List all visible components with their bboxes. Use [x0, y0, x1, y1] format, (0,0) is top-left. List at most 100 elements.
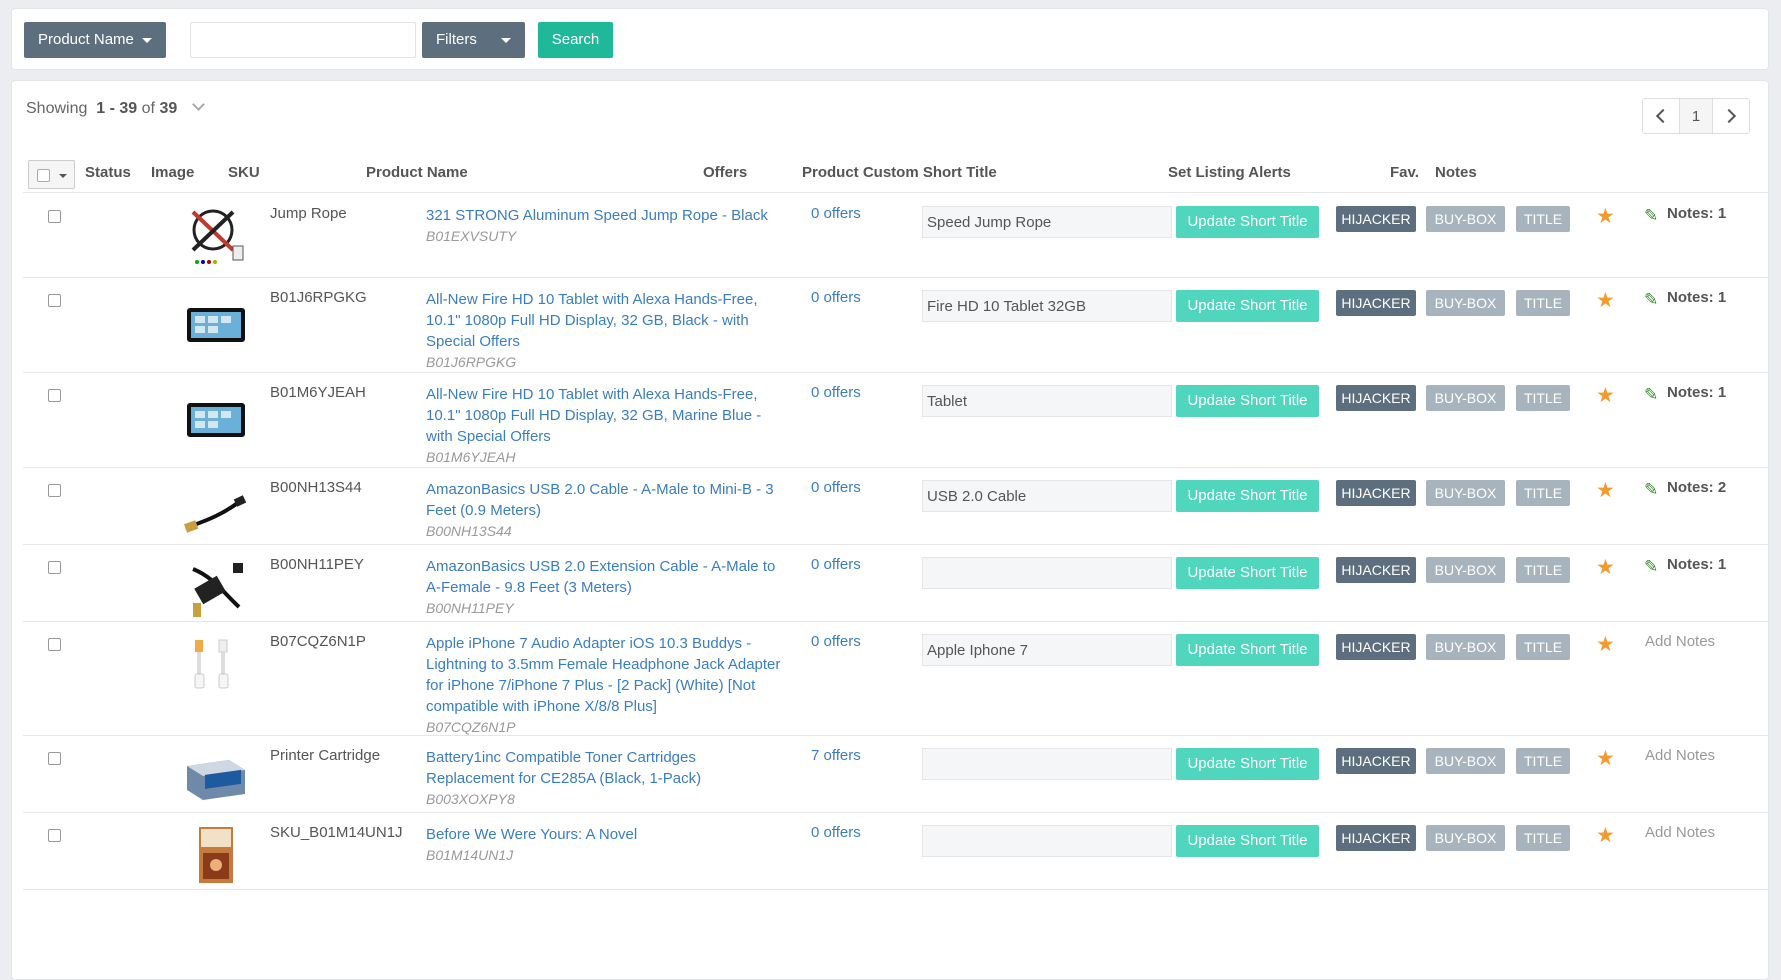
- buy-box-alert-toggle[interactable]: BUY-BOX: [1426, 206, 1505, 232]
- notes-link[interactable]: Add Notes: [1645, 824, 1715, 841]
- short-title-input[interactable]: Tablet: [922, 385, 1172, 417]
- column-header-alerts: Set Listing Alerts: [1168, 164, 1291, 181]
- usb-cable-image: [183, 480, 249, 542]
- star-icon[interactable]: ★: [1596, 478, 1615, 503]
- hijacker-alert-toggle[interactable]: HIJACKER: [1336, 480, 1416, 506]
- notes-link[interactable]: Notes: 1: [1667, 384, 1726, 401]
- sku-text: B00NH11PEY: [270, 556, 364, 573]
- short-title-input[interactable]: Apple Iphone 7: [922, 634, 1172, 666]
- update-short-title-button[interactable]: Update Short Title: [1176, 634, 1319, 666]
- star-icon[interactable]: ★: [1596, 204, 1615, 229]
- row-checkbox[interactable]: [48, 210, 61, 223]
- update-short-title-button[interactable]: Update Short Title: [1176, 557, 1319, 589]
- buy-box-alert-toggle[interactable]: BUY-BOX: [1426, 385, 1505, 411]
- search-input[interactable]: [190, 22, 416, 58]
- row-checkbox[interactable]: [48, 752, 61, 765]
- offers-link[interactable]: 0 offers: [811, 205, 861, 222]
- update-short-title-button[interactable]: Update Short Title: [1176, 290, 1319, 322]
- filters-dropdown[interactable]: Filters: [422, 22, 525, 58]
- notes-link[interactable]: Notes: 1: [1667, 289, 1726, 306]
- product-name-cell: 321 STRONG Aluminum Speed Jump Rope - Bl…: [426, 205, 786, 247]
- sku-text: B01J6RPGKG: [270, 289, 367, 306]
- product-name-link[interactable]: Battery1inc Compatible Toner Cartridges …: [426, 747, 786, 789]
- showing-count[interactable]: Showing 1 - 39 of 39: [26, 98, 205, 118]
- notes-link[interactable]: Add Notes: [1645, 747, 1715, 764]
- hijacker-alert-toggle[interactable]: HIJACKER: [1336, 385, 1416, 411]
- star-icon[interactable]: ★: [1596, 555, 1615, 580]
- pencil-icon: ✎: [1644, 290, 1659, 309]
- notes-link[interactable]: Notes: 1: [1667, 556, 1726, 573]
- search-button[interactable]: Search: [538, 22, 613, 58]
- next-page-button[interactable]: [1713, 99, 1749, 133]
- update-short-title-button[interactable]: Update Short Title: [1176, 825, 1319, 857]
- offers-link[interactable]: 0 offers: [811, 824, 861, 841]
- offers-link[interactable]: 0 offers: [811, 633, 861, 650]
- short-title-input[interactable]: Speed Jump Rope: [922, 206, 1172, 238]
- page-number[interactable]: 1: [1679, 99, 1713, 133]
- search-field-dropdown[interactable]: Product Name: [24, 22, 166, 58]
- table-header: Status Image SKU Product Name Offers Pro…: [23, 151, 1769, 193]
- notes-link[interactable]: Add Notes: [1645, 633, 1715, 650]
- hijacker-alert-toggle[interactable]: HIJACKER: [1336, 825, 1416, 851]
- title-alert-toggle[interactable]: TITLE: [1516, 480, 1570, 506]
- product-name-link[interactable]: All-New Fire HD 10 Tablet with Alexa Han…: [426, 384, 786, 447]
- product-name-link[interactable]: Before We Were Yours: A Novel: [426, 824, 786, 845]
- product-name-link[interactable]: AmazonBasics USB 2.0 Extension Cable - A…: [426, 556, 786, 598]
- update-short-title-button[interactable]: Update Short Title: [1176, 206, 1319, 238]
- short-title-input[interactable]: [922, 748, 1172, 780]
- hijacker-alert-toggle[interactable]: HIJACKER: [1336, 634, 1416, 660]
- product-name-link[interactable]: AmazonBasics USB 2.0 Cable - A-Male to M…: [426, 479, 786, 521]
- offers-link[interactable]: 0 offers: [811, 384, 861, 401]
- title-alert-toggle[interactable]: TITLE: [1516, 748, 1570, 774]
- chevron-right-icon: [1721, 108, 1737, 124]
- title-alert-toggle[interactable]: TITLE: [1516, 290, 1570, 316]
- offers-link[interactable]: 0 offers: [811, 289, 861, 306]
- update-short-title-button[interactable]: Update Short Title: [1176, 480, 1319, 512]
- star-icon[interactable]: ★: [1596, 632, 1615, 657]
- row-checkbox[interactable]: [48, 389, 61, 402]
- notes-link[interactable]: Notes: 1: [1667, 205, 1726, 222]
- buy-box-alert-toggle[interactable]: BUY-BOX: [1426, 480, 1505, 506]
- product-name-link[interactable]: Apple iPhone 7 Audio Adapter iOS 10.3 Bu…: [426, 633, 786, 717]
- title-alert-toggle[interactable]: TITLE: [1516, 825, 1570, 851]
- chevron-down-icon[interactable]: [191, 98, 205, 111]
- row-checkbox[interactable]: [48, 829, 61, 842]
- row-checkbox[interactable]: [48, 484, 61, 497]
- short-title-input[interactable]: USB 2.0 Cable: [922, 480, 1172, 512]
- star-icon[interactable]: ★: [1596, 383, 1615, 408]
- title-alert-toggle[interactable]: TITLE: [1516, 634, 1570, 660]
- offers-link[interactable]: 0 offers: [811, 479, 861, 496]
- hijacker-alert-toggle[interactable]: HIJACKER: [1336, 290, 1416, 316]
- notes-link[interactable]: Notes: 2: [1667, 479, 1726, 496]
- star-icon[interactable]: ★: [1596, 746, 1615, 771]
- prev-page-button[interactable]: [1643, 99, 1679, 133]
- star-icon[interactable]: ★: [1596, 823, 1615, 848]
- row-checkbox[interactable]: [48, 294, 61, 307]
- title-alert-toggle[interactable]: TITLE: [1516, 557, 1570, 583]
- short-title-input[interactable]: Fire HD 10 Tablet 32GB: [922, 290, 1172, 322]
- short-title-input[interactable]: [922, 557, 1172, 589]
- update-short-title-button[interactable]: Update Short Title: [1176, 748, 1319, 780]
- update-short-title-button[interactable]: Update Short Title: [1176, 385, 1319, 417]
- buy-box-alert-toggle[interactable]: BUY-BOX: [1426, 557, 1505, 583]
- hijacker-alert-toggle[interactable]: HIJACKER: [1336, 748, 1416, 774]
- buy-box-alert-toggle[interactable]: BUY-BOX: [1426, 825, 1505, 851]
- star-icon[interactable]: ★: [1596, 288, 1615, 313]
- buy-box-alert-toggle[interactable]: BUY-BOX: [1426, 748, 1505, 774]
- row-checkbox[interactable]: [48, 561, 61, 574]
- product-name-link[interactable]: All-New Fire HD 10 Tablet with Alexa Han…: [426, 289, 786, 352]
- asin-text: B01EXVSUTY: [426, 228, 517, 244]
- short-title-input[interactable]: [922, 825, 1172, 857]
- buy-box-alert-toggle[interactable]: BUY-BOX: [1426, 634, 1505, 660]
- column-header-product-name: Product Name: [366, 164, 468, 181]
- asin-text: B01M14UN1J: [426, 847, 514, 863]
- buy-box-alert-toggle[interactable]: BUY-BOX: [1426, 290, 1505, 316]
- offers-link[interactable]: 0 offers: [811, 556, 861, 573]
- product-name-link[interactable]: 321 STRONG Aluminum Speed Jump Rope - Bl…: [426, 205, 786, 226]
- title-alert-toggle[interactable]: TITLE: [1516, 385, 1570, 411]
- row-checkbox[interactable]: [48, 638, 61, 651]
- hijacker-alert-toggle[interactable]: HIJACKER: [1336, 557, 1416, 583]
- title-alert-toggle[interactable]: TITLE: [1516, 206, 1570, 232]
- hijacker-alert-toggle[interactable]: HIJACKER: [1336, 206, 1416, 232]
- offers-link[interactable]: 7 offers: [811, 747, 861, 764]
